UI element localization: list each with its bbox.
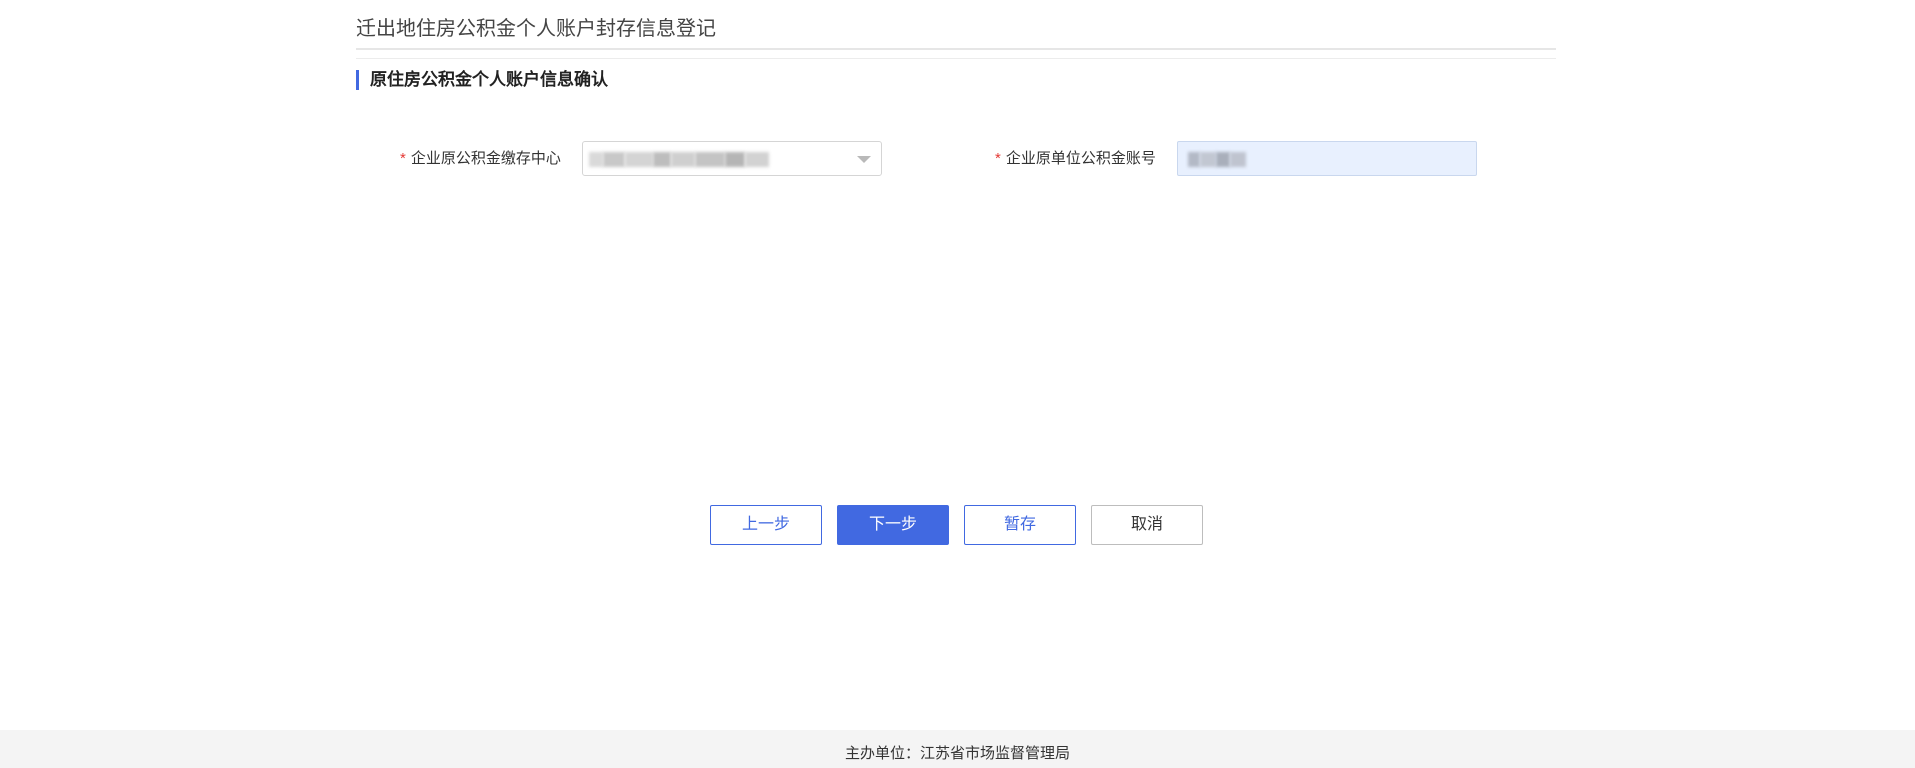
account-field-label: * 企业原单位公积金账号 xyxy=(995,149,1156,169)
title-divider-secondary xyxy=(356,58,1556,59)
title-divider xyxy=(356,48,1556,50)
chevron-down-icon[interactable] xyxy=(857,156,871,163)
center-field-label: * 企业原公积金缴存中心 xyxy=(400,149,561,169)
required-mark: * xyxy=(995,150,1001,167)
center-select[interactable] xyxy=(582,141,882,176)
save-draft-button[interactable]: 暂存 xyxy=(964,505,1076,545)
redacted-value xyxy=(1188,152,1246,167)
footer-text: 主办单位：江苏省市场监督管理局 xyxy=(844,745,1070,762)
account-label-text: 企业原单位公积金账号 xyxy=(1005,150,1156,167)
section-title: 原住房公积金个人账户信息确认 xyxy=(356,70,608,90)
required-mark: * xyxy=(400,150,406,167)
page: 迁出地住房公积金个人账户封存信息登记 原住房公积金个人账户信息确认 * 企业原公积… xyxy=(0,0,1915,768)
redacted-value xyxy=(589,152,769,167)
footer: 主办单位：江苏省市场监督管理局 xyxy=(0,730,1915,768)
page-title: 迁出地住房公积金个人账户封存信息登记 xyxy=(356,18,716,40)
prev-step-button[interactable]: 上一步 xyxy=(710,505,822,545)
account-input[interactable] xyxy=(1177,141,1477,176)
center-label-text: 企业原公积金缴存中心 xyxy=(410,150,561,167)
cancel-button[interactable]: 取消 xyxy=(1091,505,1203,545)
next-step-button[interactable]: 下一步 xyxy=(837,505,949,545)
